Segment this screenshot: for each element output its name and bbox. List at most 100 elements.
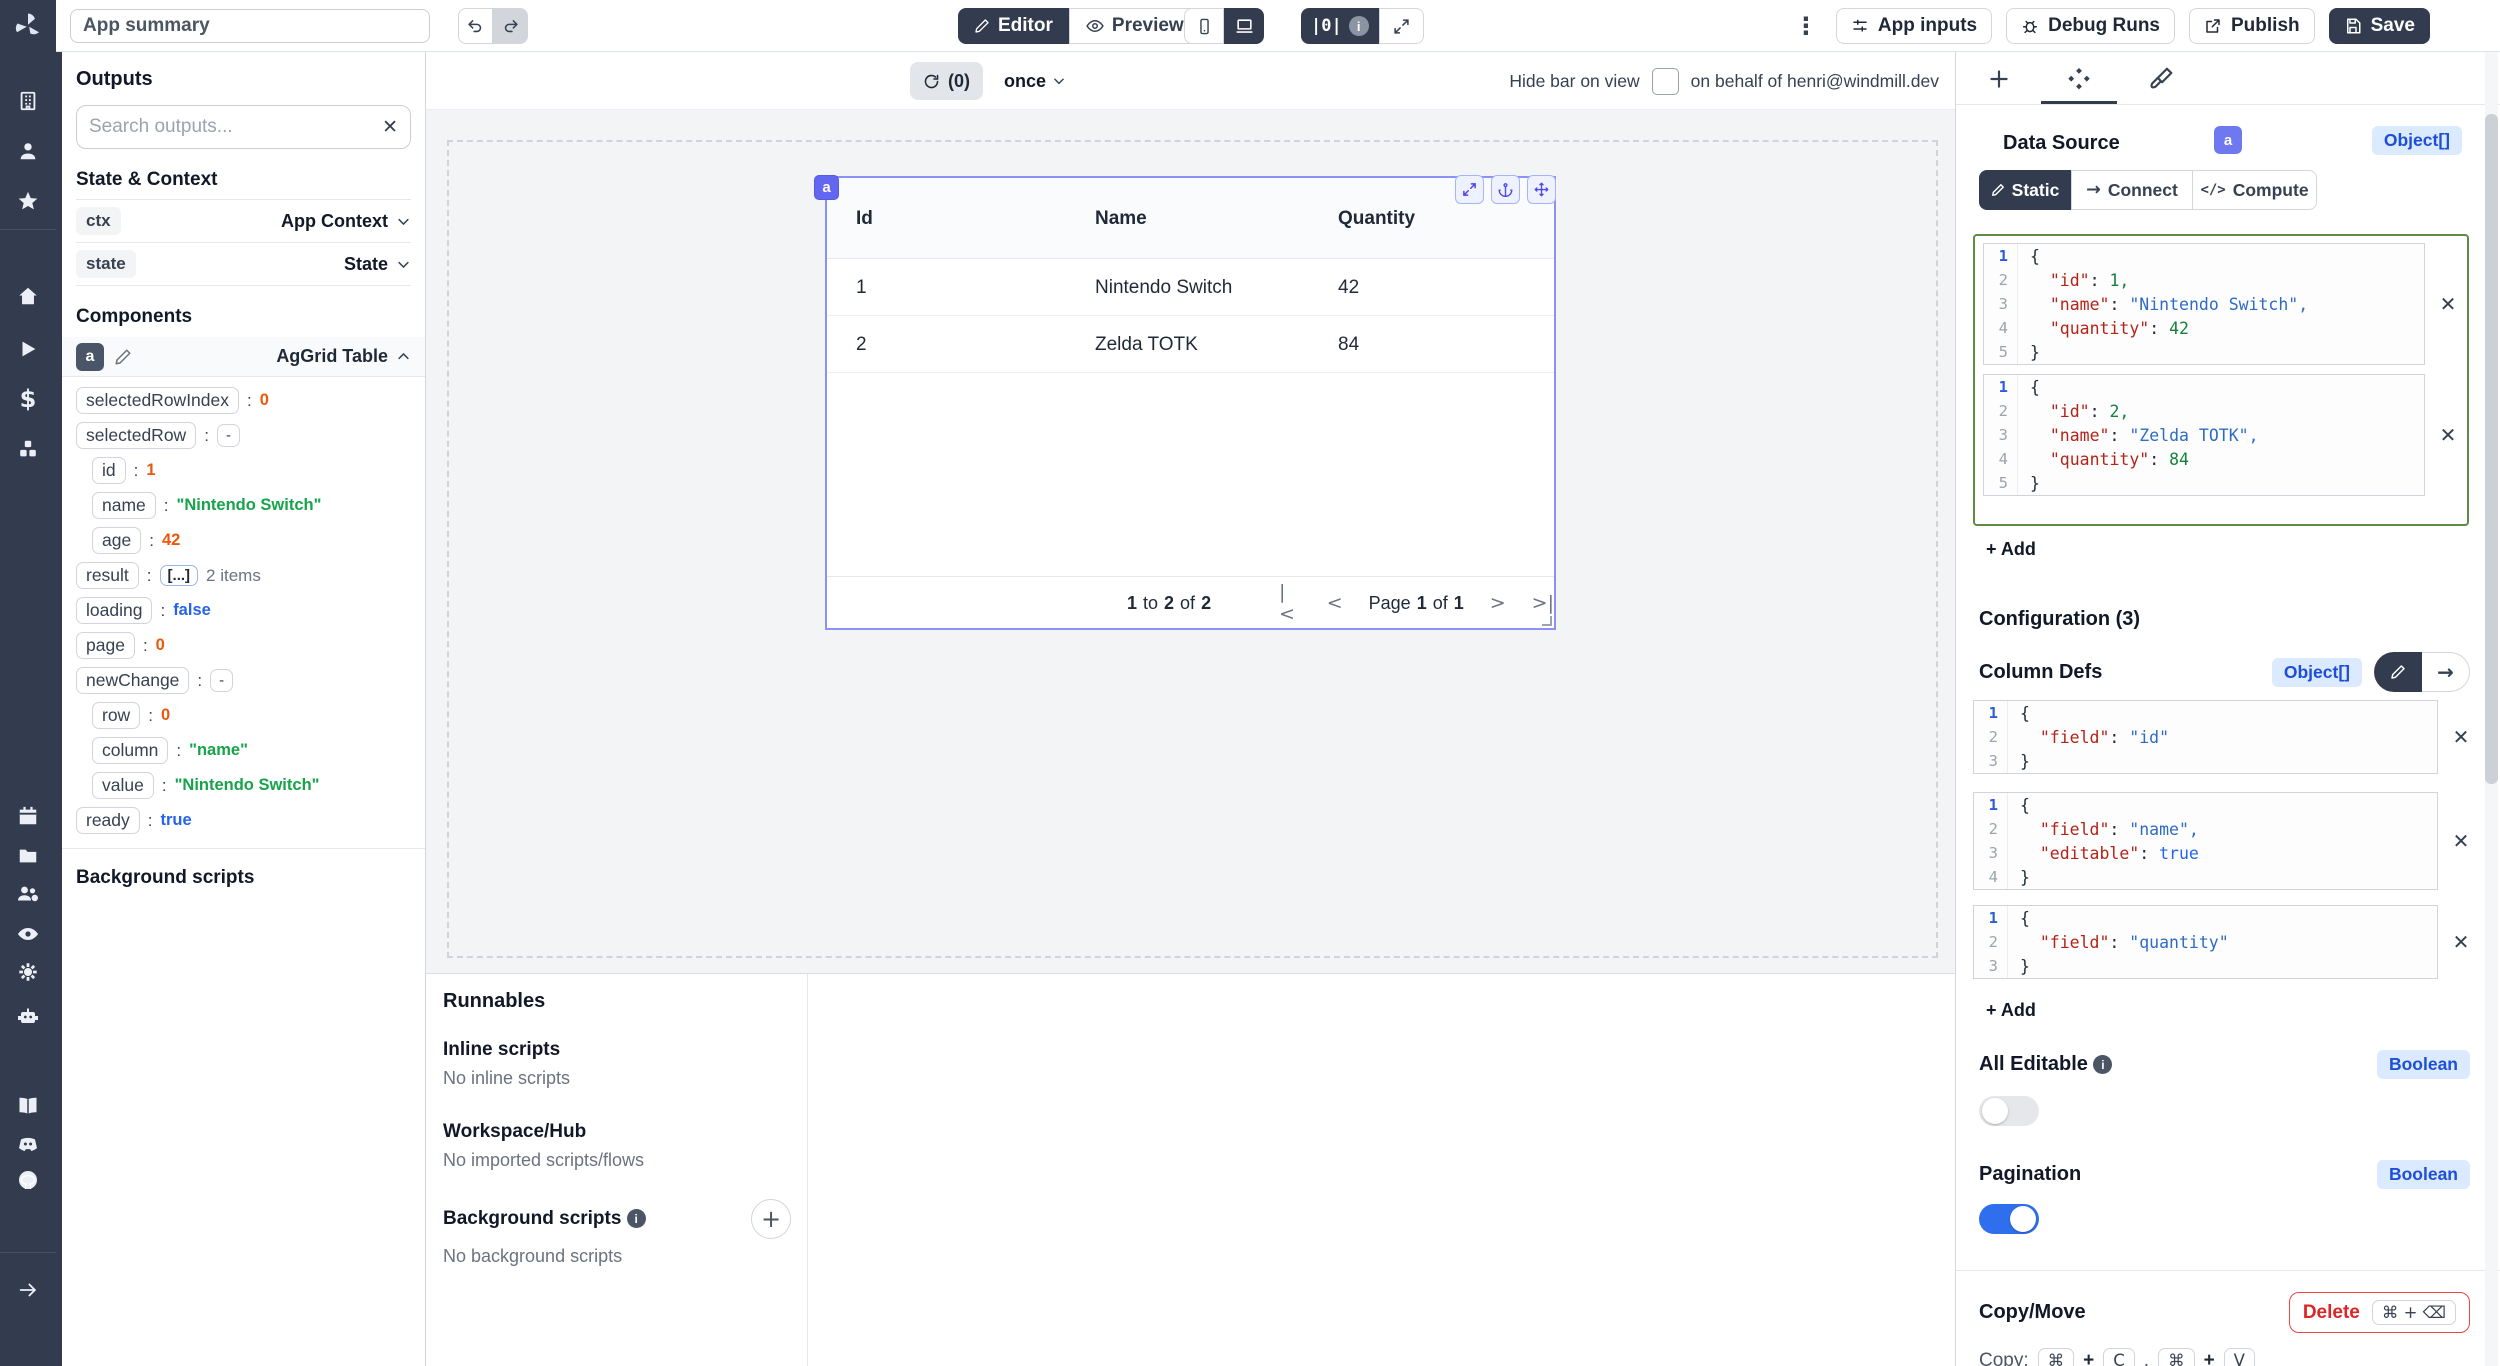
schedules-calendar-icon[interactable]: [0, 804, 56, 828]
undo-button[interactable]: [458, 8, 493, 44]
last-page-icon[interactable]: >|: [1532, 592, 1554, 614]
ctx-key[interactable]: ctx: [76, 207, 121, 235]
cell[interactable]: Zelda TOTK: [1095, 316, 1198, 373]
compute-tab[interactable]: </>Compute: [2193, 170, 2317, 210]
delete-component-button[interactable]: Delete ⌘ + ⌫: [2289, 1292, 2470, 1333]
groups-users-icon[interactable]: [0, 882, 56, 906]
collapse-arrow-icon[interactable]: [0, 1278, 56, 1302]
boolean-badge[interactable]: Boolean: [2377, 1160, 2470, 1189]
variables-dollar-icon[interactable]: $: [0, 387, 56, 411]
next-page-icon[interactable]: >: [1490, 592, 1506, 614]
mobile-view-button[interactable]: [1184, 8, 1224, 44]
ctx-expander[interactable]: App Context: [281, 211, 411, 232]
folders-icon[interactable]: [0, 844, 56, 868]
type-badge[interactable]: Object[]: [2372, 126, 2462, 155]
editor-mode-button[interactable]: Editor: [958, 8, 1069, 44]
more-menu-button[interactable]: ⋮: [1790, 12, 1822, 40]
column-header[interactable]: Name: [1095, 178, 1147, 259]
component-settings-tab[interactable]: [2066, 66, 2092, 92]
desktop-view-button[interactable]: [1224, 8, 1264, 44]
app-summary-input[interactable]: [70, 9, 430, 43]
remove-item-button[interactable]: ✕: [2450, 725, 2472, 749]
favorites-star-icon[interactable]: [0, 189, 56, 213]
cell[interactable]: 84: [1338, 316, 1359, 373]
json-editor[interactable]: 1{ 2 "field": "quantity" 3}: [1973, 905, 2438, 979]
edit-pencil-button[interactable]: [2374, 652, 2422, 692]
json-editor[interactable]: 1{ 2 "field": "name", 3 "editable": true…: [1973, 792, 2438, 890]
state-key[interactable]: state: [76, 250, 136, 278]
connect-arrow-button[interactable]: →: [2422, 652, 2470, 692]
resources-cubes-icon[interactable]: [0, 437, 56, 461]
anchor-component-button[interactable]: [1491, 175, 1520, 204]
component-id-badge[interactable]: a: [76, 343, 104, 371]
hide-bar-checkbox[interactable]: [1652, 68, 1679, 95]
workspace-icon[interactable]: [0, 89, 56, 113]
component-header-row[interactable]: a AgGrid Table: [62, 337, 425, 377]
column-header[interactable]: Quantity: [1338, 178, 1415, 259]
user-icon[interactable]: [0, 139, 56, 163]
table-row[interactable]: 1 Nintendo Switch 42: [827, 259, 1554, 316]
audit-eye-icon[interactable]: [0, 922, 56, 946]
runs-play-icon[interactable]: [0, 337, 56, 361]
rename-pencil-icon[interactable]: [114, 348, 132, 366]
connect-tab[interactable]: →Connect: [2071, 170, 2193, 210]
pagination-label: Pagination: [1979, 1163, 2081, 1186]
boolean-badge[interactable]: Boolean: [2377, 1050, 2470, 1079]
expand-component-button[interactable]: [1455, 175, 1484, 204]
all-editable-toggle[interactable]: [1979, 1096, 2039, 1126]
publish-button[interactable]: Publish: [2189, 8, 2315, 44]
type-badge[interactable]: Object[]: [2272, 658, 2362, 687]
cell[interactable]: 2: [856, 316, 867, 373]
aggrid-table-component[interactable]: a Id Name Quantity 1 Nintendo Switch 42 …: [825, 176, 1556, 630]
move-component-button[interactable]: [1527, 175, 1556, 204]
redo-button[interactable]: [493, 8, 528, 44]
add-data-item-button[interactable]: + Add: [1986, 539, 2036, 560]
cell[interactable]: 1: [856, 259, 867, 316]
column-header[interactable]: Id: [856, 178, 873, 259]
home-icon[interactable]: [0, 284, 56, 308]
settings-gear-icon[interactable]: [0, 960, 56, 984]
docs-book-icon[interactable]: [0, 1094, 56, 1118]
outputs-count-button[interactable]: |0| i: [1301, 8, 1379, 44]
cell[interactable]: 42: [1338, 259, 1359, 316]
remove-item-button[interactable]: ✕: [2437, 292, 2459, 316]
clear-search-icon[interactable]: ✕: [382, 116, 398, 138]
save-button[interactable]: Save: [2329, 8, 2430, 44]
component-type-expander[interactable]: AgGrid Table: [276, 346, 411, 367]
panel-scrollbar-thumb[interactable]: [2485, 114, 2498, 784]
static-tab[interactable]: Static: [1979, 170, 2071, 210]
prev-page-icon[interactable]: <: [1327, 592, 1343, 614]
first-page-icon[interactable]: |<: [1279, 581, 1301, 625]
state-expander[interactable]: State: [344, 254, 411, 275]
cell[interactable]: Nintendo Switch: [1095, 259, 1232, 316]
remove-item-button[interactable]: ✕: [2450, 930, 2472, 954]
remove-item-button[interactable]: ✕: [2437, 423, 2459, 447]
add-column-def-button[interactable]: + Add: [1986, 1000, 2036, 1021]
json-editor[interactable]: 1{ 2 "id": 2, 3 "name": "Zelda TOTK", 4 …: [1983, 374, 2425, 496]
json-editor[interactable]: 1{ 2 "id": 1, 3 "name": "Nintendo Switch…: [1983, 243, 2425, 365]
output-row: value:"Nintendo Switch": [92, 772, 411, 799]
json-editor[interactable]: 1{ 2 "field": "id" 3}: [1973, 700, 2438, 774]
table-row[interactable]: 2 Zelda TOTK 84: [827, 316, 1554, 373]
refresh-button[interactable]: (0): [910, 62, 983, 100]
debug-runs-button[interactable]: Debug Runs: [2006, 8, 2175, 44]
preview-mode-button[interactable]: Preview: [1069, 8, 1201, 44]
github-icon[interactable]: [0, 1168, 56, 1192]
resize-handle[interactable]: [1542, 616, 1552, 626]
ai-robot-icon[interactable]: [0, 1004, 56, 1028]
styling-tab[interactable]: [2148, 66, 2174, 92]
app-inputs-button[interactable]: App inputs: [1836, 8, 1992, 44]
remove-item-button[interactable]: ✕: [2450, 829, 2472, 853]
output-row: column:"name": [92, 737, 411, 764]
discord-icon[interactable]: [0, 1132, 56, 1156]
schedule-select[interactable]: once: [1004, 62, 1066, 100]
column-defs-row: Column Defs Object[] →: [1979, 652, 2470, 692]
search-outputs-input[interactable]: [89, 116, 374, 138]
pagination-toggle[interactable]: [1979, 1204, 2039, 1234]
fullscreen-button[interactable]: [1379, 8, 1424, 44]
component-badge[interactable]: a: [814, 175, 839, 200]
windmill-logo[interactable]: [0, 0, 56, 52]
insert-component-tab[interactable]: [1986, 66, 2012, 92]
add-background-script-button[interactable]: +: [751, 1199, 791, 1239]
windmill-app-editor: $ Editor Preview: [0, 0, 2500, 1366]
